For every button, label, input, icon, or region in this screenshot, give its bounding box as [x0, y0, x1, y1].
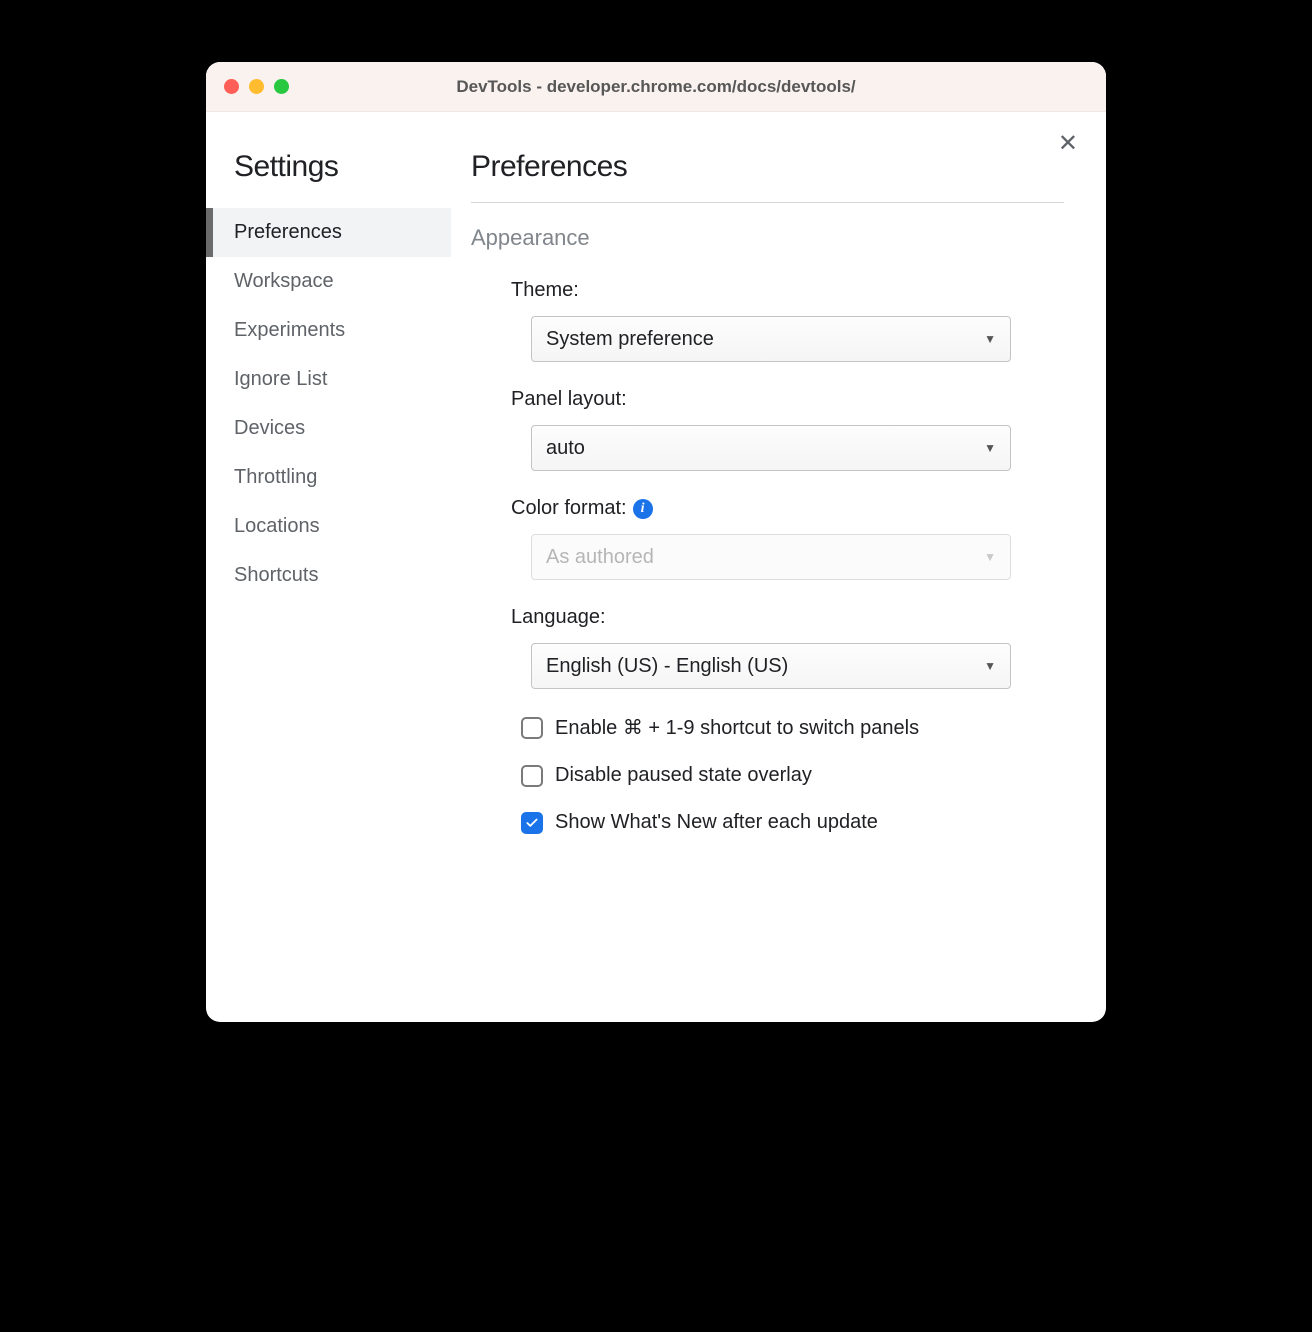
- sidebar-item-devices[interactable]: Devices: [206, 404, 451, 453]
- theme-select[interactable]: System preference ▼: [531, 316, 1011, 362]
- field-language: Language: English (US) - English (US) ▼: [471, 606, 1064, 689]
- field-panel-layout: Panel layout: auto ▼: [471, 388, 1064, 471]
- info-icon[interactable]: i: [633, 499, 653, 519]
- color-format-select-value: As authored: [546, 546, 654, 569]
- checkbox[interactable]: [521, 812, 543, 834]
- page-title: Preferences: [471, 150, 1064, 184]
- panel-layout-select[interactable]: auto ▼: [531, 425, 1011, 471]
- chevron-down-icon: ▼: [984, 332, 996, 346]
- sidebar-item-preferences[interactable]: Preferences: [206, 208, 451, 257]
- divider: [471, 202, 1064, 203]
- panel-layout-label: Panel layout:: [511, 388, 1064, 411]
- checkbox[interactable]: [521, 717, 543, 739]
- field-color-format: Color format: i As authored ▼: [471, 497, 1064, 580]
- sidebar-item-throttling[interactable]: Throttling: [206, 453, 451, 502]
- checkbox-label: Disable paused state overlay: [555, 764, 812, 787]
- sidebar-item-label: Throttling: [234, 466, 317, 488]
- color-format-label: Color format: i: [511, 497, 1064, 520]
- chevron-down-icon: ▼: [984, 550, 996, 564]
- checkbox-row: Enable ⌘ + 1-9 shortcut to switch panels: [471, 715, 1064, 740]
- checkbox-row: Show What's New after each update: [471, 811, 1064, 834]
- sidebar-item-label: Shortcuts: [234, 564, 318, 586]
- close-icon[interactable]: ✕: [1058, 132, 1078, 156]
- sidebar-item-ignore-list[interactable]: Ignore List: [206, 355, 451, 404]
- checkbox[interactable]: [521, 765, 543, 787]
- sidebar-item-shortcuts[interactable]: Shortcuts: [206, 551, 451, 600]
- traffic-lights: [224, 79, 289, 94]
- maximize-window-button[interactable]: [274, 79, 289, 94]
- chevron-down-icon: ▼: [984, 659, 996, 673]
- sidebar-item-label: Workspace: [234, 270, 334, 292]
- sidebar-item-label: Locations: [234, 515, 320, 537]
- field-theme: Theme: System preference ▼: [471, 279, 1064, 362]
- chevron-down-icon: ▼: [984, 441, 996, 455]
- titlebar: DevTools - developer.chrome.com/docs/dev…: [206, 62, 1106, 112]
- sidebar-item-label: Ignore List: [234, 368, 327, 390]
- sidebar-item-experiments[interactable]: Experiments: [206, 306, 451, 355]
- close-window-button[interactable]: [224, 79, 239, 94]
- checkbox-row: Disable paused state overlay: [471, 764, 1064, 787]
- sidebar-item-workspace[interactable]: Workspace: [206, 257, 451, 306]
- sidebar: Settings Preferences Workspace Experiments…: [206, 112, 451, 1022]
- checkbox-label: Enable ⌘ + 1-9 shortcut to switch panels: [555, 715, 919, 740]
- color-format-select: As authored ▼: [531, 534, 1011, 580]
- panel-layout-select-value: auto: [546, 437, 585, 460]
- main-panel: Preferences Appearance Theme: System pre…: [451, 112, 1106, 1022]
- sidebar-item-label: Experiments: [234, 319, 345, 341]
- content-area: ✕ Settings Preferences Workspace Experimen…: [206, 112, 1106, 1022]
- sidebar-item-label: Devices: [234, 417, 305, 439]
- sidebar-item-locations[interactable]: Locations: [206, 502, 451, 551]
- checkbox-label: Show What's New after each update: [555, 811, 878, 834]
- theme-label: Theme:: [511, 279, 1064, 302]
- language-label: Language:: [511, 606, 1064, 629]
- sidebar-item-label: Preferences: [234, 221, 342, 243]
- language-select-value: English (US) - English (US): [546, 655, 788, 678]
- language-select[interactable]: English (US) - English (US) ▼: [531, 643, 1011, 689]
- window-title: DevTools - developer.chrome.com/docs/dev…: [206, 77, 1106, 97]
- window: DevTools - developer.chrome.com/docs/dev…: [206, 62, 1106, 1022]
- section-header: Appearance: [471, 225, 1064, 251]
- sidebar-title: Settings: [206, 150, 451, 184]
- theme-select-value: System preference: [546, 328, 714, 351]
- minimize-window-button[interactable]: [249, 79, 264, 94]
